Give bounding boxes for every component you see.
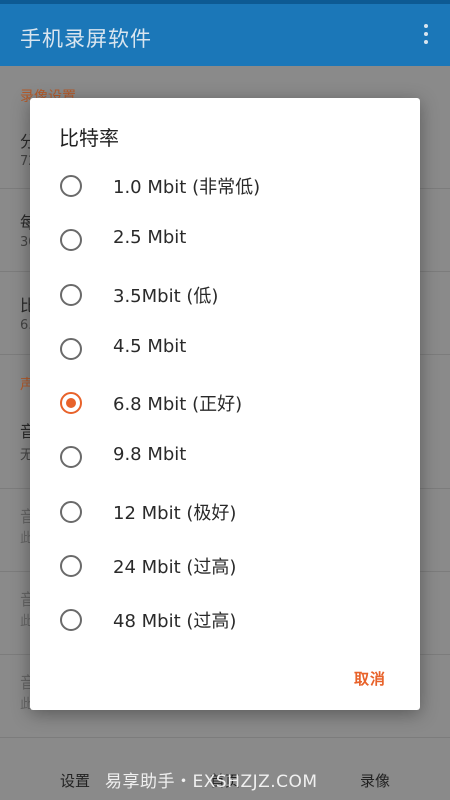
option-label: 24 Mbit (过高): [113, 557, 237, 578]
radio-button[interactable]: [60, 609, 82, 631]
option-label: 1.0 Mbit (非常低): [113, 177, 261, 198]
radio-button[interactable]: [60, 175, 82, 197]
bitrate-option[interactable]: 1.0 Mbit (非常低): [30, 160, 420, 214]
bitrate-option[interactable]: 48 Mbit (过高): [30, 594, 420, 648]
bitrate-option[interactable]: 6.8 Mbit (正好): [30, 377, 420, 431]
nav-settings[interactable]: 设置: [60, 770, 90, 791]
bitrate-option[interactable]: 2.5 Mbit: [30, 214, 420, 268]
radio-button[interactable]: [60, 229, 82, 251]
bitrate-dialog: 比特率 1.0 Mbit (非常低) 2.5 Mbit 3.5Mbit (低) …: [30, 98, 420, 710]
bitrate-option[interactable]: 12 Mbit (极好): [30, 486, 420, 540]
radio-button-checked[interactable]: [60, 392, 82, 414]
option-label: 9.8 Mbit: [113, 444, 187, 465]
radio-button[interactable]: [60, 284, 82, 306]
more-vert-icon[interactable]: [420, 24, 432, 50]
option-label: 6.8 Mbit (正好): [113, 394, 243, 415]
option-label: 2.5 Mbit: [113, 227, 187, 248]
nav-record[interactable]: 录像: [360, 770, 390, 791]
bitrate-option[interactable]: 4.5 Mbit: [30, 323, 420, 377]
cancel-button[interactable]: 取消: [354, 668, 386, 689]
bitrate-option[interactable]: 9.8 Mbit: [30, 431, 420, 485]
dialog-title: 比特率: [59, 126, 119, 150]
option-label: 4.5 Mbit: [113, 336, 187, 357]
app-title: 手机录屏软件: [20, 27, 152, 51]
option-label: 48 Mbit (过高): [113, 611, 237, 632]
radio-button[interactable]: [60, 501, 82, 523]
radio-button[interactable]: [60, 446, 82, 468]
radio-button[interactable]: [60, 555, 82, 577]
bitrate-option[interactable]: 3.5Mbit (低): [30, 269, 420, 323]
radio-button[interactable]: [60, 338, 82, 360]
watermark: 易享助手・EXSHZJZ.COM: [105, 772, 318, 792]
bitrate-option[interactable]: 24 Mbit (过高): [30, 540, 420, 594]
app-bar: 手机录屏软件: [0, 4, 450, 66]
option-label: 12 Mbit (极好): [113, 503, 237, 524]
option-label: 3.5Mbit (低): [113, 286, 219, 307]
